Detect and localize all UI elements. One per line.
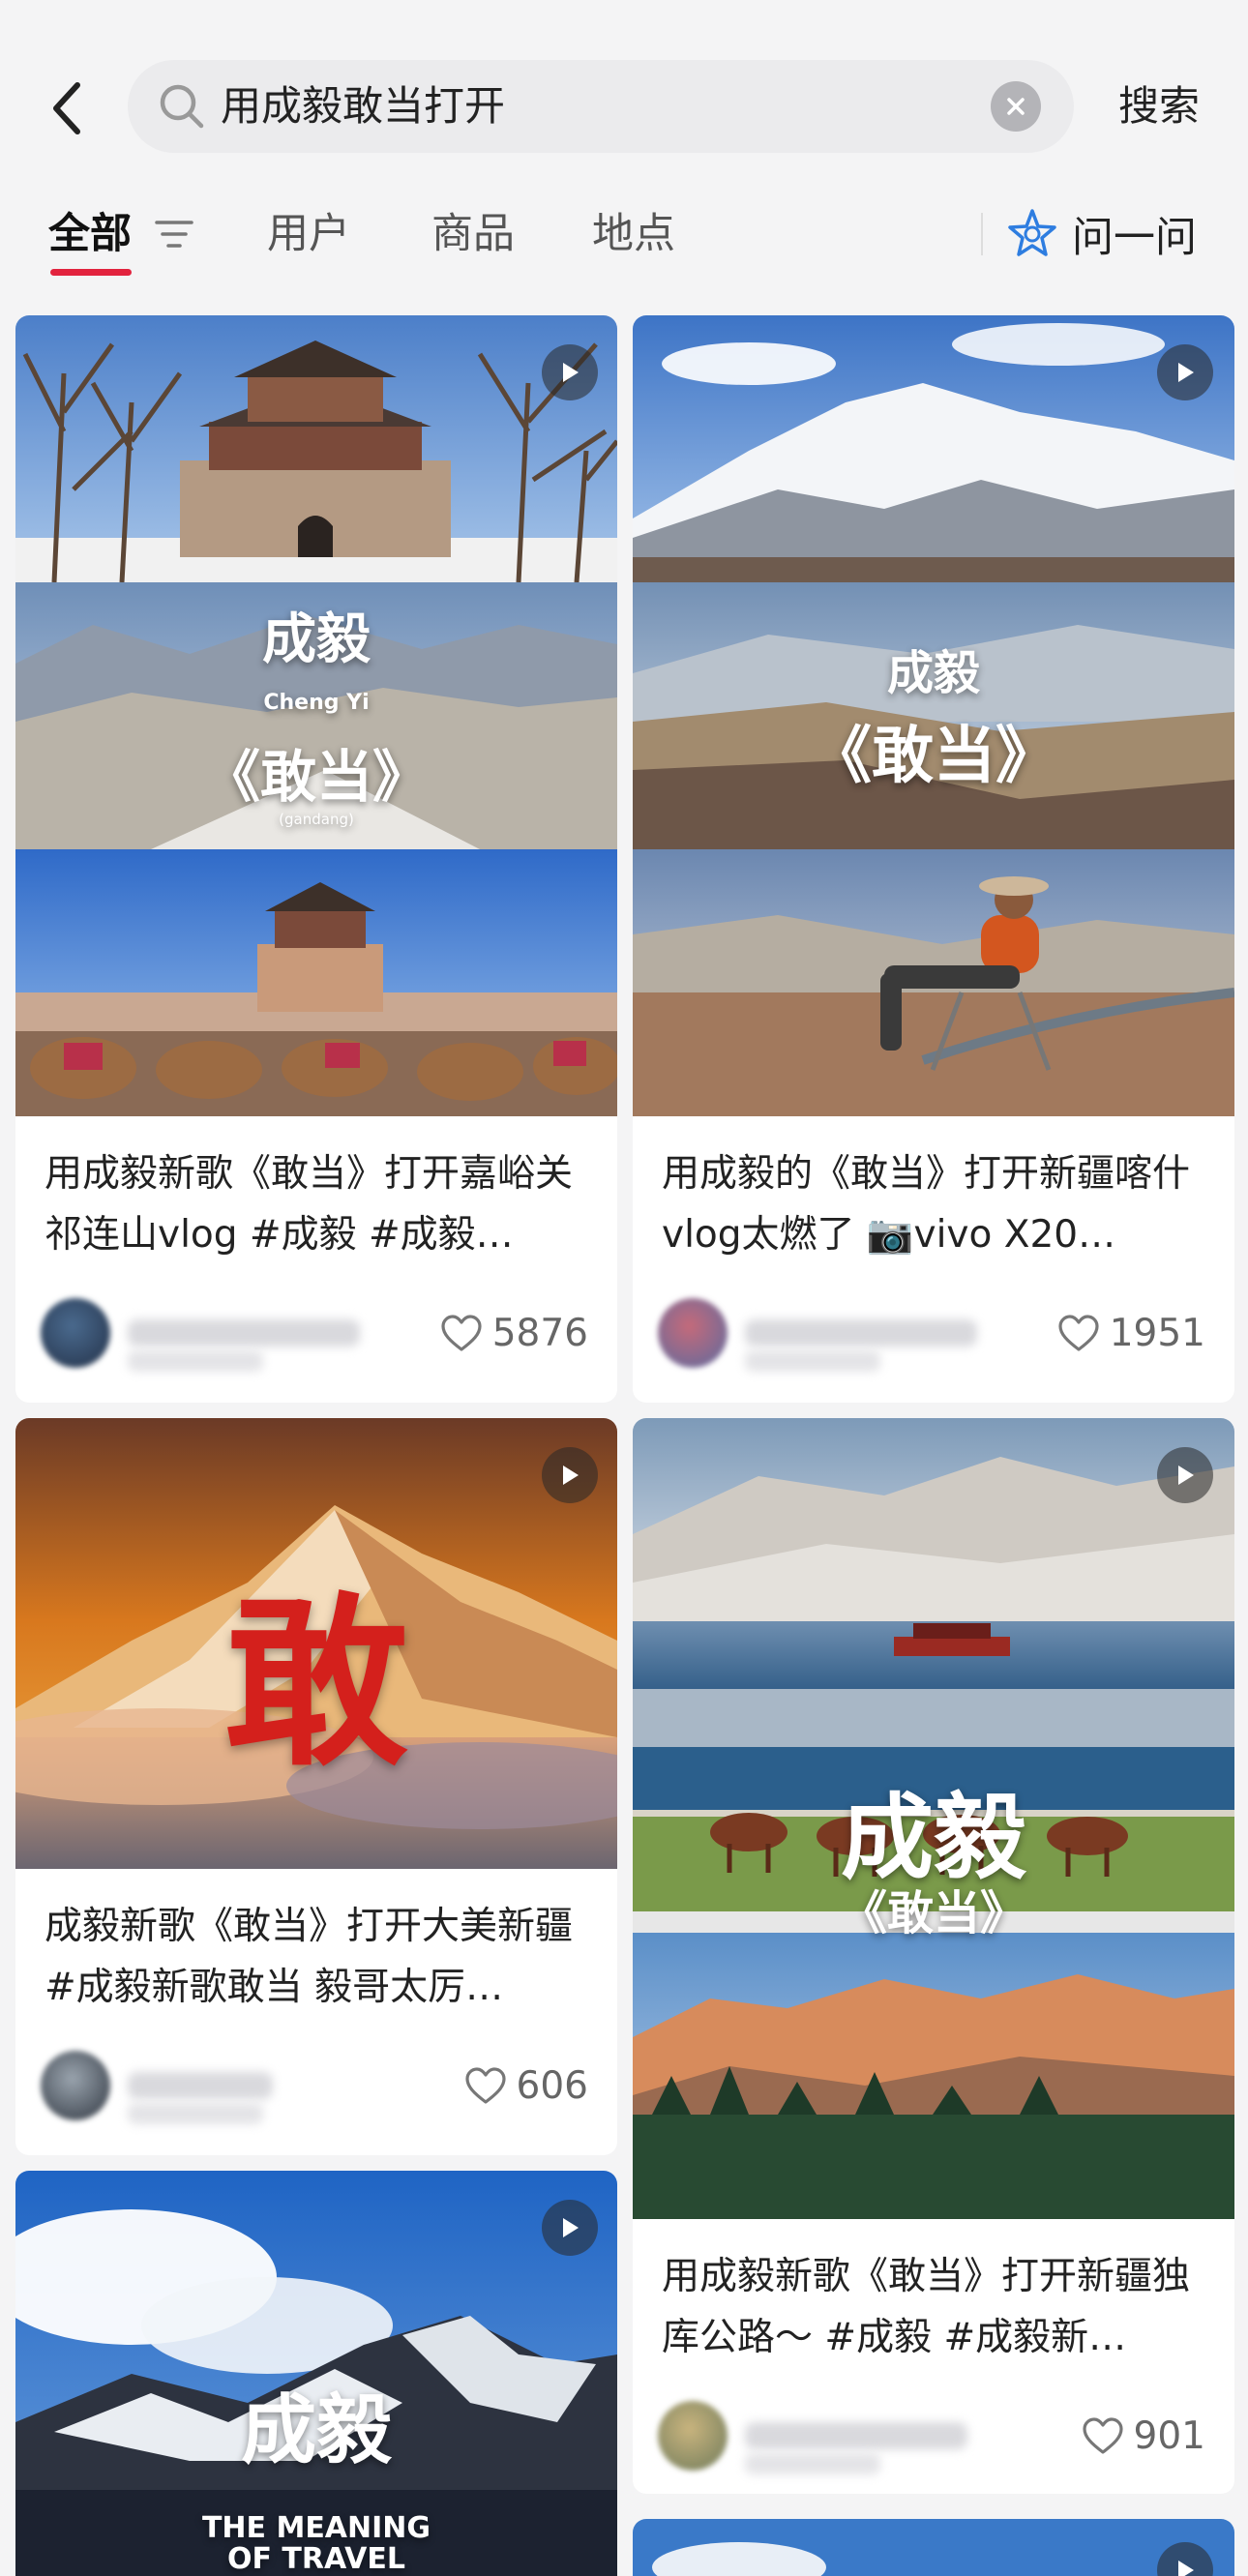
card-title[interactable]: 用成毅的《敢当》打开新疆喀什vlog太燃了 📷vivo X20… xyxy=(662,1143,1209,1265)
feed-card-2[interactable]: 成毅 《敢当》 用成毅的《敢当》打开新疆喀什vlog太燃了 📷vivo X20…… xyxy=(633,315,1234,1403)
video-badge xyxy=(542,2200,598,2256)
like-count-value: 901 xyxy=(1133,2414,1205,2458)
play-icon xyxy=(1178,1466,1194,1485)
video-badge xyxy=(1157,344,1213,400)
video-badge xyxy=(542,1447,598,1503)
overlay-title: 成毅 xyxy=(886,646,980,700)
filter-icon[interactable] xyxy=(153,217,195,252)
like-count[interactable]: 606 xyxy=(464,2064,588,2108)
tab-all[interactable]: 全部 xyxy=(48,205,132,263)
tab-places[interactable]: 地点 xyxy=(592,205,675,263)
author[interactable] xyxy=(41,1298,360,1372)
ask-button[interactable]: 问一问 xyxy=(1006,205,1197,263)
heart-icon xyxy=(1082,2416,1123,2454)
like-count[interactable]: 901 xyxy=(1082,2414,1205,2458)
feed-card-3[interactable]: 敢 成毅新歌《敢当》打开大美新疆 #成毅新歌敢当 毅哥太厉… 606 xyxy=(15,1418,617,2155)
tab-products[interactable]: 商品 xyxy=(431,205,515,263)
feed-card-6[interactable] xyxy=(633,2519,1234,2576)
like-count-value: 5876 xyxy=(491,1312,588,1355)
clear-search-button[interactable] xyxy=(991,81,1041,132)
author-name-blurred xyxy=(745,2422,967,2449)
play-icon xyxy=(563,2218,579,2237)
author[interactable] xyxy=(658,2401,967,2474)
cover-photo-sky xyxy=(633,2519,1234,2576)
card-title[interactable]: 成毅新歌《敢当》打开大美新疆 #成毅新歌敢当 毅哥太厉… xyxy=(45,1896,592,2018)
tab-users[interactable]: 用户 xyxy=(267,205,350,263)
like-count-value: 606 xyxy=(516,2064,588,2108)
card-cover-image: 敢 xyxy=(15,1418,617,1869)
card-title[interactable]: 用成毅新歌《敢当》打开嘉峪关祁连山vlog #成毅 #成毅… xyxy=(45,1143,592,1265)
author-meta-blurred xyxy=(745,2453,880,2474)
like-count[interactable]: 1951 xyxy=(1057,1312,1205,1355)
cover-photo-collage xyxy=(15,315,617,1116)
author[interactable] xyxy=(41,2051,273,2124)
play-icon xyxy=(563,363,579,382)
overlay-song: 《敢当》 xyxy=(840,1886,1026,1940)
like-count[interactable]: 5876 xyxy=(440,1312,588,1355)
author-meta-blurred xyxy=(128,1350,263,1372)
author-meta-blurred xyxy=(128,2103,263,2124)
like-count-value: 1951 xyxy=(1109,1312,1205,1355)
avatar[interactable] xyxy=(658,2401,728,2471)
top-bar: 用成毅敢当打开 搜索 xyxy=(0,0,1248,184)
overlay-subtitle-line-1: THE MEANING xyxy=(201,2511,431,2545)
author-name-blurred xyxy=(128,1319,360,1347)
search-icon xyxy=(160,84,204,129)
feed-card-5[interactable]: 成毅 THE MEANING OF TRAVEL xyxy=(15,2171,617,2576)
heart-icon xyxy=(1058,1314,1099,1351)
play-icon xyxy=(563,1466,579,1485)
video-badge xyxy=(1157,1447,1213,1503)
ask-label: 问一问 xyxy=(1072,214,1197,262)
overlay-subtitle-line-2: OF TRAVEL xyxy=(226,2542,405,2576)
overlay-subtitle: Cheng Yi xyxy=(263,691,370,715)
chevron-left-icon xyxy=(53,82,80,134)
overlay-title: 成毅 xyxy=(240,2387,392,2474)
author-meta-blurred xyxy=(745,1350,880,1372)
tab-divider xyxy=(981,213,983,255)
author-name-blurred xyxy=(128,2072,273,2099)
play-icon xyxy=(1178,363,1194,382)
search-box[interactable]: 用成毅敢当打开 xyxy=(128,60,1074,153)
overlay-pinyin: (gandang) xyxy=(279,811,354,828)
search-button[interactable]: 搜索 xyxy=(1118,77,1200,135)
card-title[interactable]: 用成毅新歌《敢当》打开新疆独库公路～ #成毅 #成毅新… xyxy=(662,2246,1209,2368)
feed-card-4[interactable]: 成毅 《敢当》 用成毅新歌《敢当》打开新疆独库公路～ #成毅 #成毅新… 901 xyxy=(633,1418,1234,2494)
heart-icon xyxy=(464,2066,506,2104)
overlay-song: 《敢当》 xyxy=(810,721,1057,792)
search-input[interactable]: 用成毅敢当打开 xyxy=(221,60,505,153)
overlay-title: 成毅 xyxy=(262,608,371,671)
back-button[interactable] xyxy=(39,70,97,147)
play-icon xyxy=(1178,2561,1194,2576)
overlay-title: 敢 xyxy=(223,1577,408,1791)
author-name-blurred xyxy=(745,1319,977,1347)
video-badge xyxy=(542,344,598,400)
tab-bar: 全部 用户 商品 地点 问一问 xyxy=(0,184,1248,290)
avatar[interactable] xyxy=(41,1298,110,1368)
author[interactable] xyxy=(658,1298,977,1372)
avatar[interactable] xyxy=(41,2051,110,2120)
heart-icon xyxy=(441,1314,482,1351)
sparkle-star-icon xyxy=(1008,209,1056,256)
overlay-song: 《敢当》 xyxy=(203,744,429,810)
close-icon xyxy=(1007,98,1025,115)
card-cover-image: 成毅 Cheng Yi 《敢当》 (gandang) xyxy=(15,315,617,1116)
card-cover-image: 成毅 THE MEANING OF TRAVEL xyxy=(15,2171,617,2576)
active-tab-indicator xyxy=(50,269,132,276)
card-cover-image: 成毅 《敢当》 xyxy=(633,315,1234,1116)
card-cover-image: 成毅 《敢当》 xyxy=(633,1418,1234,2219)
card-cover-image xyxy=(633,2519,1234,2576)
feed-card-1[interactable]: 成毅 Cheng Yi 《敢当》 (gandang) 用成毅新歌《敢当》打开嘉峪… xyxy=(15,315,617,1403)
avatar[interactable] xyxy=(658,1298,728,1368)
